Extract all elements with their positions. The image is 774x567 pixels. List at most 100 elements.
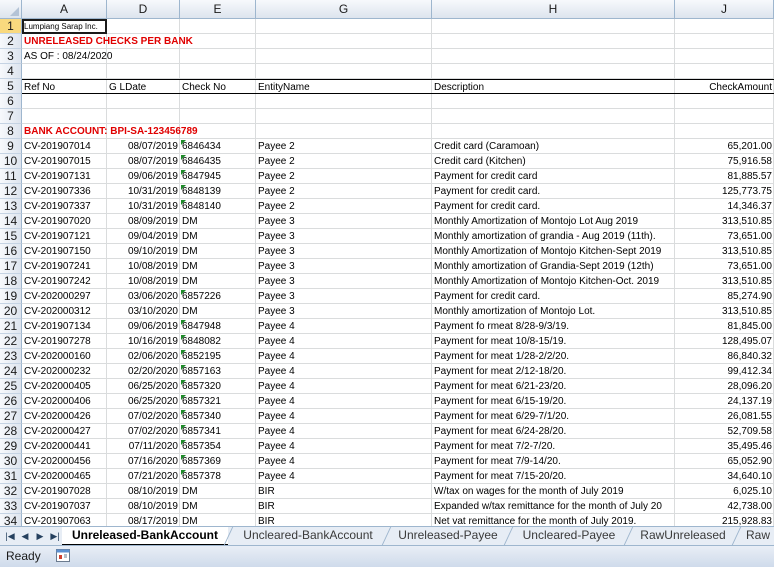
row-header-34[interactable]: 34 [0,514,22,526]
ref-no-cell[interactable]: CV-201907121 [22,229,107,244]
description-cell[interactable]: Monthly Amortization of Montojo Lot Aug … [432,214,675,229]
row-header-13[interactable]: 13 [0,199,22,214]
entity-name-cell[interactable]: BIR [256,499,432,514]
check-no-cell[interactable]: 6857340 [180,409,256,424]
check-no-cell[interactable]: 6857320 [180,379,256,394]
check-amount-cell[interactable]: 65,201.00 [675,139,774,154]
description-cell[interactable]: Credit card (Caramoan) [432,139,675,154]
row-header-25[interactable]: 25 [0,379,22,394]
ref-no-cell[interactable]: CV-202000297 [22,289,107,304]
entity-name-cell[interactable]: Payee 4 [256,394,432,409]
description-cell[interactable]: Payment for meat 1/28-2/2/20. [432,349,675,364]
ref-no-cell[interactable]: CV-201907150 [22,244,107,259]
ref-no-cell[interactable]: CV-202000456 [22,454,107,469]
row-header-1[interactable]: 1 [0,19,22,34]
row-header-28[interactable]: 28 [0,424,22,439]
check-no-cell[interactable]: 6857321 [180,394,256,409]
row-header-4[interactable]: 4 [0,64,22,79]
check-no-cell[interactable]: DM [180,259,256,274]
gl-date-cell[interactable]: 07/11/2020 [107,439,180,454]
gl-date-cell[interactable]: 09/04/2019 [107,229,180,244]
entity-name-cell[interactable]: Payee 3 [256,289,432,304]
ref-no-cell[interactable]: CV-202000312 [22,304,107,319]
entity-name-cell[interactable]: Payee 3 [256,274,432,289]
row-header-27[interactable]: 27 [0,409,22,424]
ref-no-cell[interactable]: CV-201907278 [22,334,107,349]
gl-date-cell[interactable]: 10/31/2019 [107,184,180,199]
sheet-tab-uncleared-payee[interactable]: Uncleared-Payee [510,527,628,545]
description-cell[interactable]: Payment for meat 6/15-19/20. [432,394,675,409]
description-cell[interactable]: Credit card (Kitchen) [432,154,675,169]
check-no-cell[interactable]: 6848140 [180,199,256,214]
entity-name-cell[interactable]: Payee 3 [256,304,432,319]
check-amount-cell[interactable]: 65,052.90 [675,454,774,469]
description-cell[interactable]: W/tax on wages for the month of July 201… [432,484,675,499]
as-of-date-cell[interactable]: AS OF : 08/24/2020 [22,49,256,64]
check-amount-cell[interactable]: 86,840.32 [675,349,774,364]
check-no-cell[interactable]: 6857226 [180,289,256,304]
row-header-24[interactable]: 24 [0,364,22,379]
entity-name-cell[interactable]: Payee 4 [256,469,432,484]
check-no-cell[interactable]: 6857354 [180,439,256,454]
check-no-cell[interactable]: 6857369 [180,454,256,469]
row-header-19[interactable]: 19 [0,289,22,304]
check-amount-cell[interactable]: 26,081.55 [675,409,774,424]
sheet-tab-unreleased-bankaccount[interactable]: Unreleased-BankAccount [62,527,228,546]
row-header-7[interactable]: 7 [0,109,22,124]
description-cell[interactable]: Payment for meat 7/15-20/20. [432,469,675,484]
entity-name-cell[interactable]: Payee 4 [256,439,432,454]
gl-date-cell[interactable]: 08/10/2019 [107,484,180,499]
check-amount-cell[interactable]: 313,510.85 [675,304,774,319]
gl-date-cell[interactable]: 02/06/2020 [107,349,180,364]
check-amount-cell[interactable]: 81,885.57 [675,169,774,184]
ref-no-cell[interactable]: CV-202000427 [22,424,107,439]
check-amount-cell[interactable]: 34,640.10 [675,469,774,484]
description-cell[interactable]: Payment for meat 7/2-7/20. [432,439,675,454]
ref-no-cell[interactable]: CV-201907020 [22,214,107,229]
description-cell[interactable]: Payment for credit card. [432,184,675,199]
entity-name-cell[interactable]: Payee 4 [256,424,432,439]
check-amount-cell[interactable]: 52,709.58 [675,424,774,439]
gl-date-cell[interactable]: 09/10/2019 [107,244,180,259]
report-title-cell[interactable]: UNRELEASED CHECKS PER BANK [22,34,256,49]
description-cell[interactable]: Payment for meat 6/24-28/20. [432,424,675,439]
gl-date-cell[interactable]: 07/16/2020 [107,454,180,469]
ref-no-cell[interactable]: CV-201907337 [22,199,107,214]
gl-date-cell[interactable]: 08/10/2019 [107,499,180,514]
entity-name-cell[interactable]: Payee 4 [256,349,432,364]
check-no-cell[interactable]: DM [180,484,256,499]
entity-name-cell[interactable]: Payee 2 [256,199,432,214]
ref-no-cell[interactable]: CV-201907037 [22,499,107,514]
entity-name-cell[interactable]: Payee 2 [256,154,432,169]
ref-no-cell[interactable]: CV-201907336 [22,184,107,199]
check-amount-cell[interactable]: 81,845.00 [675,319,774,334]
sheet-tab-uncleared-bankaccount[interactable]: Uncleared-BankAccount [230,527,386,545]
check-amount-cell[interactable]: 75,916.58 [675,154,774,169]
ref-no-cell[interactable]: CV-202000465 [22,469,107,484]
row-header-9[interactable]: 9 [0,139,22,154]
row-header-6[interactable]: 6 [0,94,22,109]
check-amount-cell[interactable]: 6,025.10 [675,484,774,499]
description-cell[interactable]: Net vat remittance for the month of July… [432,514,675,526]
check-no-cell[interactable]: 6846434 [180,139,256,154]
check-amount-cell[interactable]: 125,773.75 [675,184,774,199]
gl-date-cell[interactable]: 06/25/2020 [107,379,180,394]
description-cell[interactable]: Monthly Amortization of Montojo Kitchen-… [432,274,675,289]
check-no-cell[interactable]: 6847948 [180,319,256,334]
gl-date-cell[interactable]: 07/02/2020 [107,409,180,424]
row-header-16[interactable]: 16 [0,244,22,259]
row-header-10[interactable]: 10 [0,154,22,169]
gl-date-cell[interactable]: 07/02/2020 [107,424,180,439]
gl-date-cell[interactable]: 10/16/2019 [107,334,180,349]
sheet-tab-raw[interactable]: Raw [738,527,774,545]
entity-name-cell[interactable]: Payee 4 [256,379,432,394]
gl-date-cell[interactable]: 08/09/2019 [107,214,180,229]
entity-name-cell[interactable]: Payee 4 [256,409,432,424]
check-no-cell[interactable]: 6852195 [180,349,256,364]
check-no-cell[interactable]: DM [180,229,256,244]
check-no-cell[interactable]: 6848139 [180,184,256,199]
column-header-j[interactable]: J [675,0,774,19]
description-cell[interactable]: Payment for meat 6/21-23/20. [432,379,675,394]
check-amount-cell[interactable]: 313,510.85 [675,244,774,259]
ref-no-cell[interactable]: CV-201907131 [22,169,107,184]
